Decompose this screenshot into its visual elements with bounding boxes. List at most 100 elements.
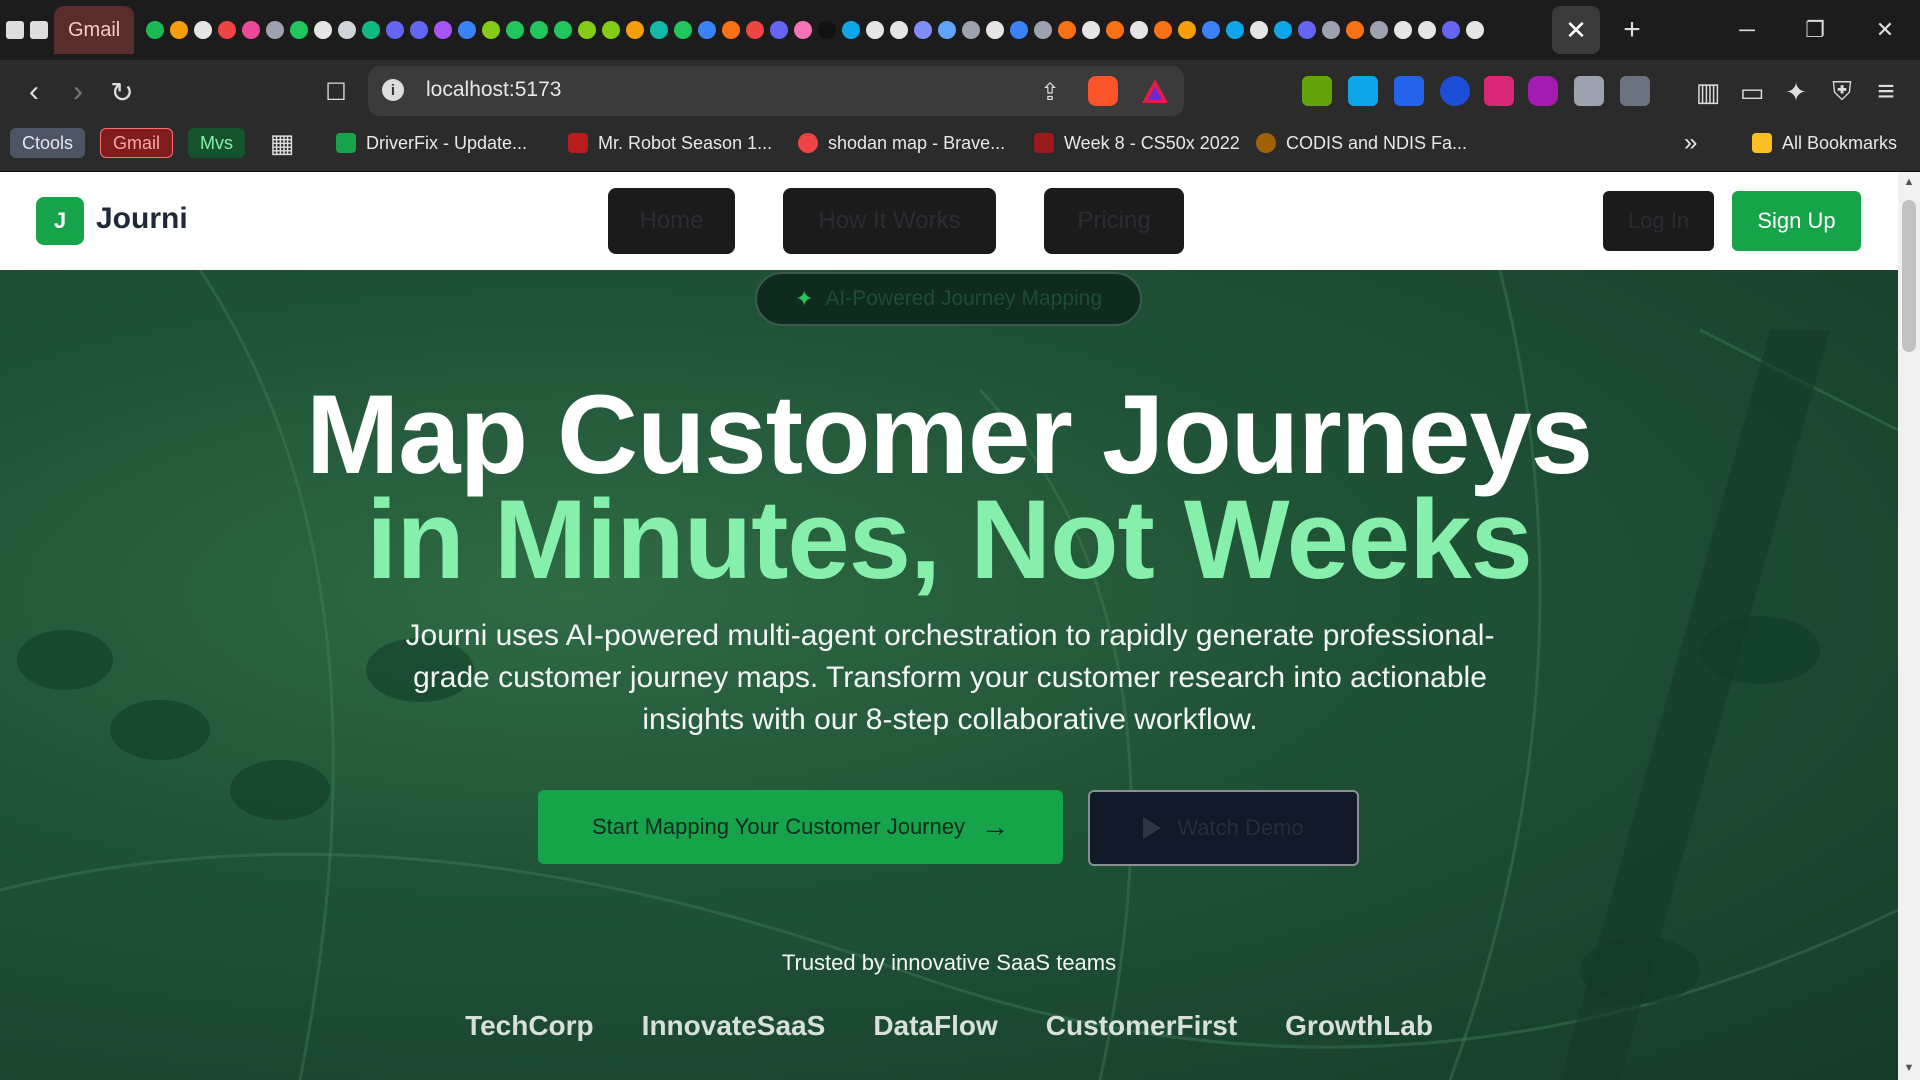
scrollbar-thumb[interactable]	[1902, 200, 1916, 352]
start-mapping-button[interactable]: Start Mapping Your Customer Journey →	[538, 790, 1063, 864]
forward-icon[interactable]: ›	[58, 72, 98, 112]
close-window-icon[interactable]: ✕	[1860, 10, 1910, 50]
tab-favicon[interactable]	[794, 21, 813, 39]
tab-favicon[interactable]	[170, 21, 189, 39]
extension-icon[interactable]	[1528, 76, 1558, 106]
extension-icon[interactable]	[1394, 76, 1424, 106]
tab-favicon[interactable]	[1034, 21, 1053, 39]
bookmark-chip-mvs[interactable]: Mvs	[188, 128, 245, 158]
tab-favicon[interactable]	[914, 21, 933, 39]
extension-icon[interactable]	[1484, 76, 1514, 106]
extension-icon[interactable]	[1348, 76, 1378, 106]
bookmarks-overflow-icon[interactable]: »	[1684, 129, 1697, 156]
vpn-icon[interactable]: ⛨	[1822, 72, 1862, 112]
bookmark-item[interactable]: Week 8 - CS50x 2022	[1034, 130, 1240, 156]
brave-rewards-icon[interactable]	[1140, 76, 1170, 106]
tab-favicon[interactable]	[650, 21, 669, 39]
tab-favicon[interactable]	[530, 21, 549, 39]
tab-favicon[interactable]	[1418, 21, 1437, 39]
apps-icon[interactable]: ▦	[262, 123, 302, 163]
tab-favicon[interactable]	[338, 21, 357, 39]
tab-favicon[interactable]	[458, 21, 477, 39]
minimize-window-icon[interactable]: ─	[1722, 10, 1772, 50]
extension-icon[interactable]	[1302, 76, 1332, 106]
tab-favicon[interactable]	[1394, 21, 1413, 39]
tab-favicon[interactable]	[146, 21, 165, 39]
tab-favicon[interactable]	[314, 21, 333, 39]
bookmark-chip-gmail[interactable]: Gmail	[100, 128, 174, 158]
tab-favicon[interactable]	[1250, 21, 1269, 39]
tab-favicon[interactable]	[1130, 21, 1149, 39]
scroll-down-icon[interactable]: ▼	[1901, 1062, 1917, 1076]
tab-favicon[interactable]	[1010, 21, 1029, 39]
tab-favicon[interactable]	[866, 21, 885, 39]
tab-favicon[interactable]	[194, 21, 213, 39]
tab-favicon[interactable]	[674, 21, 693, 39]
tab-favicon[interactable]	[1298, 21, 1317, 39]
tab-favicon[interactable]	[386, 21, 405, 39]
signup-button[interactable]: Sign Up	[1732, 191, 1861, 251]
tab-favicon[interactable]	[1370, 21, 1389, 39]
nav-pricing-button[interactable]: Pricing	[1044, 188, 1184, 254]
brave-shields-icon[interactable]	[1088, 76, 1118, 106]
tab-favicon[interactable]	[1178, 21, 1197, 39]
bookmark-item[interactable]: Mr. Robot Season 1...	[568, 130, 772, 156]
tab-favicon[interactable]	[986, 21, 1005, 39]
wallet-icon[interactable]: ▭	[1732, 72, 1772, 112]
tab-favicon[interactable]	[1082, 21, 1101, 39]
tab-favicon[interactable]	[1202, 21, 1221, 39]
tab-favicon[interactable]	[818, 21, 837, 39]
tab-favicon[interactable]	[218, 21, 237, 39]
tab-favicon[interactable]	[842, 21, 861, 39]
login-button[interactable]: Log In	[1603, 191, 1714, 251]
url-text[interactable]: localhost:5173	[426, 78, 561, 102]
tab-favicon[interactable]	[1226, 21, 1245, 39]
tab-favicon[interactable]	[1058, 21, 1077, 39]
tab-favicon[interactable]	[578, 21, 597, 39]
site-info-icon[interactable]: i	[382, 79, 404, 101]
tab-favicon[interactable]	[1322, 21, 1341, 39]
reload-icon[interactable]: ↻	[102, 72, 142, 112]
bookmark-icon[interactable]: ☐	[316, 72, 356, 112]
tab-favicon[interactable]	[1442, 21, 1461, 39]
tab-favicon[interactable]	[626, 21, 645, 39]
tab-favicon[interactable]	[962, 21, 981, 39]
back-icon[interactable]: ‹	[14, 72, 54, 112]
tab-favicon[interactable]	[1154, 21, 1173, 39]
tab-favicon[interactable]	[938, 21, 957, 39]
brand-logo[interactable]: J	[36, 197, 84, 245]
extensions-puzzle-icon[interactable]	[1574, 76, 1604, 106]
watch-demo-button[interactable]: Watch Demo	[1088, 790, 1359, 866]
tab-favicon[interactable]	[242, 21, 261, 39]
tab-favicon[interactable]	[770, 21, 789, 39]
tab-favicon[interactable]	[890, 21, 909, 39]
all-bookmarks-folder[interactable]: All Bookmarks	[1752, 130, 1897, 156]
scroll-up-icon[interactable]: ▲	[1901, 176, 1917, 190]
restore-window-icon[interactable]: ❐	[1790, 10, 1840, 50]
tab-favicon[interactable]	[746, 21, 765, 39]
tab-favicon[interactable]	[554, 21, 573, 39]
bookmark-item[interactable]: shodan map - Brave...	[798, 130, 1005, 156]
nav-home-button[interactable]: Home	[608, 188, 735, 254]
active-tab[interactable]: Gmail	[54, 6, 135, 54]
tab-favicon[interactable]	[1346, 21, 1365, 39]
tab-favicon[interactable]	[290, 21, 309, 39]
bookmark-chip-ctools[interactable]: Ctools	[10, 128, 86, 158]
tab-favicon[interactable]	[1106, 21, 1125, 39]
tab-favicon[interactable]	[410, 21, 429, 39]
extension-icon[interactable]	[1440, 76, 1470, 106]
new-tab-icon[interactable]: +	[1612, 10, 1652, 50]
tab-favicon[interactable]	[30, 21, 48, 39]
brand-name[interactable]: Journi	[96, 202, 188, 236]
tab-favicon[interactable]	[1274, 21, 1293, 39]
tab-favicon[interactable]	[6, 21, 24, 39]
bookmark-item[interactable]: CODIS and NDIS Fa...	[1256, 130, 1467, 156]
tab-favicon[interactable]	[266, 21, 285, 39]
sidebar-icon[interactable]: ▥	[1688, 72, 1728, 112]
nav-how-it-works-button[interactable]: How It Works	[783, 188, 996, 254]
tab-favicon[interactable]	[602, 21, 621, 39]
tab-favicon[interactable]	[1466, 21, 1485, 39]
tab-favicon[interactable]	[698, 21, 717, 39]
tab-favicon[interactable]	[362, 21, 381, 39]
tab-favicon[interactable]	[482, 21, 501, 39]
